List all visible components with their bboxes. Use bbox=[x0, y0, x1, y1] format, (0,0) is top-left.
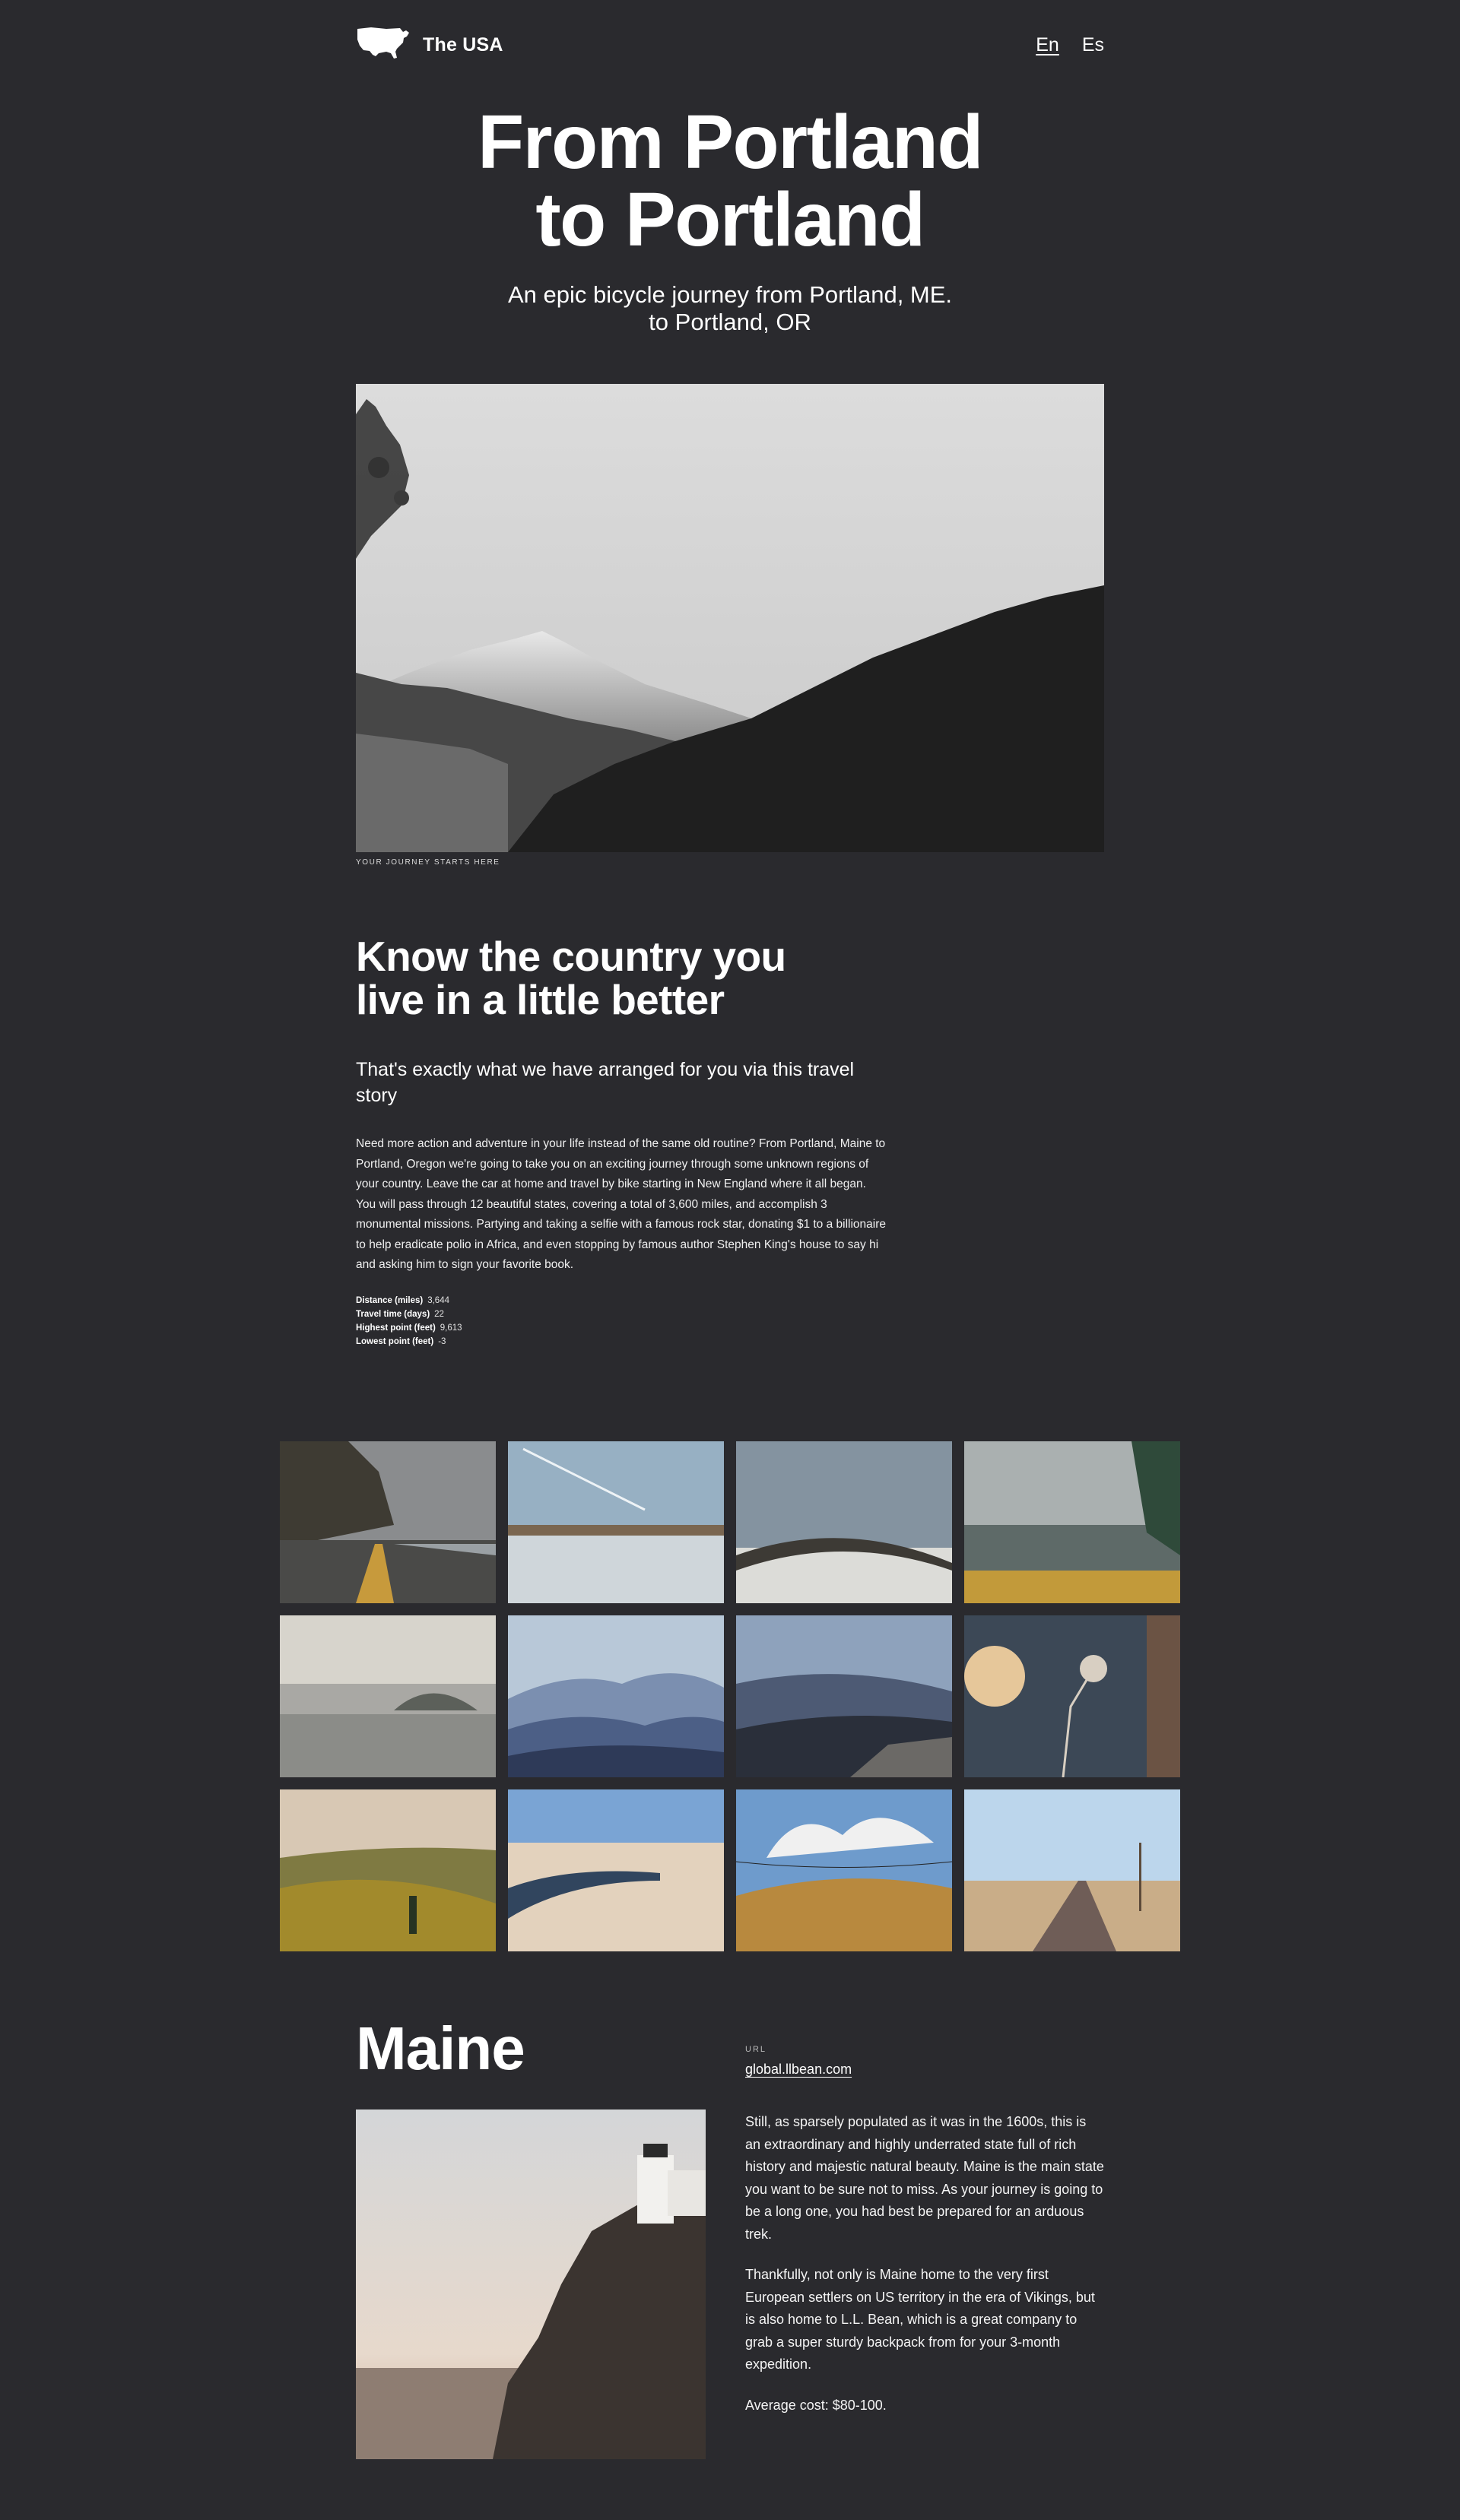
desert-road-photo[interactable] bbox=[964, 1789, 1180, 1951]
stat-row: Lowest point (feet) -3 bbox=[356, 1335, 888, 1349]
intro-lead: That's exactly what we have arranged for… bbox=[356, 1059, 855, 1106]
maine-lighthouse-photo bbox=[356, 2110, 706, 2459]
stat-row: Distance (miles) 3,644 bbox=[356, 1294, 888, 1308]
stat-value: 3,644 bbox=[427, 1295, 449, 1305]
misty-pines-photo[interactable] bbox=[964, 1441, 1180, 1603]
foggy-lake-photo[interactable] bbox=[280, 1615, 496, 1777]
maine-url-link[interactable]: global.llbean.com bbox=[745, 2062, 852, 2078]
birds-field-photo[interactable] bbox=[736, 1441, 952, 1603]
stat-value: 22 bbox=[434, 1309, 444, 1319]
hero-title-line1: From Portland bbox=[478, 100, 983, 185]
road-cliff-photo[interactable] bbox=[280, 1441, 496, 1603]
birds-wire-photo[interactable] bbox=[736, 1789, 952, 1951]
hero-title-line2: to Portland bbox=[535, 177, 925, 262]
maine-details: URL global.llbean.com Still, as sparsely… bbox=[745, 2045, 1104, 2417]
hero-title: From Portland to Portland bbox=[0, 103, 1460, 258]
dry-flowers-photo[interactable] bbox=[964, 1615, 1180, 1777]
hero-subtitle: An epic bicycle journey from Portland, M… bbox=[0, 281, 1460, 336]
maine-heading: Maine bbox=[356, 2014, 525, 2082]
intro-body: Need more action and adventure in your l… bbox=[356, 1137, 887, 1271]
desert-river-photo[interactable] bbox=[508, 1789, 724, 1951]
maine-paragraph: Still, as sparsely populated as it was i… bbox=[745, 2114, 1104, 2242]
stat-row: Highest point (feet) 9,613 bbox=[356, 1321, 888, 1335]
language-es-link[interactable]: Es bbox=[1082, 34, 1104, 56]
stat-label: Highest point (feet) bbox=[356, 1323, 436, 1333]
brand[interactable]: The USA bbox=[356, 26, 503, 65]
stat-label: Lowest point (feet) bbox=[356, 1336, 434, 1346]
hero-image-mountain bbox=[356, 384, 1104, 852]
stat-value: -3 bbox=[438, 1336, 446, 1346]
brand-name: The USA bbox=[423, 33, 503, 55]
trip-stats: Distance (miles) 3,644 Travel time (days)… bbox=[356, 1294, 888, 1349]
hero-image-caption: Your journey starts here bbox=[356, 858, 500, 867]
intro-section: Know the country you live in a little be… bbox=[356, 935, 888, 1349]
language-en-link[interactable]: En bbox=[1036, 34, 1059, 56]
stat-value: 9,613 bbox=[440, 1323, 462, 1333]
hero-subtitle-line2: to Portland, OR bbox=[649, 309, 811, 335]
intro-heading: Know the country you live in a little be… bbox=[356, 935, 888, 1022]
maine-paragraph: Thankfully, not only is Maine home to th… bbox=[745, 2267, 1095, 2372]
stat-row: Travel time (days) 22 bbox=[356, 1308, 888, 1321]
intro-heading-line2: live in a little better bbox=[356, 976, 725, 1023]
stat-label: Travel time (days) bbox=[356, 1309, 430, 1319]
photo-gallery bbox=[280, 1441, 1180, 1951]
lake-sky-photo[interactable] bbox=[508, 1441, 724, 1603]
ridge-rocks-photo[interactable] bbox=[736, 1615, 952, 1777]
intro-heading-line1: Know the country you bbox=[356, 933, 786, 980]
hero-subtitle-line1: An epic bicycle journey from Portland, M… bbox=[507, 281, 953, 308]
usa-map-icon bbox=[356, 26, 411, 65]
site-header: The USA En Es bbox=[356, 26, 1104, 64]
maine-average-cost: Average cost: $80-100. bbox=[745, 2397, 887, 2413]
language-switcher: En Es bbox=[1036, 34, 1104, 56]
url-label: URL bbox=[745, 2045, 767, 2054]
stat-label: Distance (miles) bbox=[356, 1295, 424, 1305]
golden-hills-photo[interactable] bbox=[280, 1789, 496, 1951]
blue-mountains-photo[interactable] bbox=[508, 1615, 724, 1777]
